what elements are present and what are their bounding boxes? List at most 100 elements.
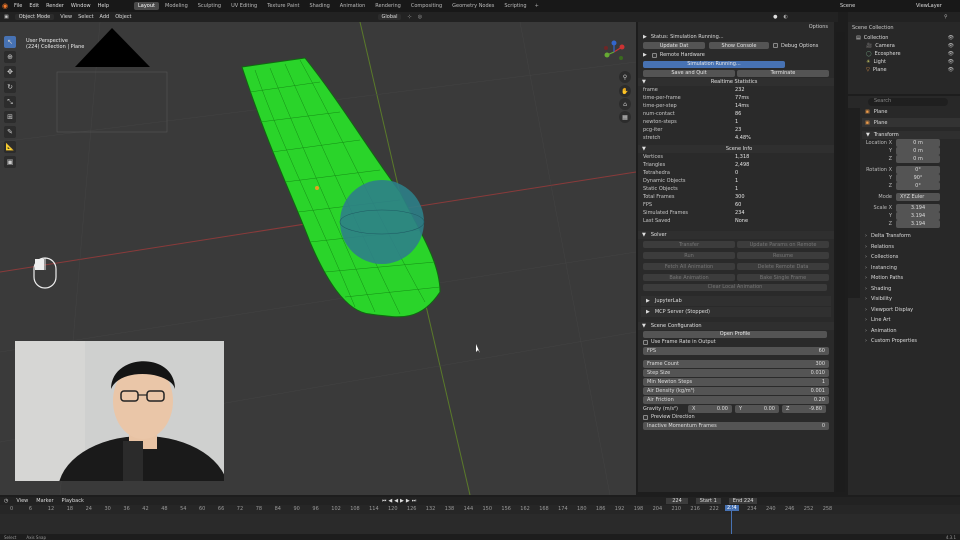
menu-render[interactable]: Render [46,3,64,9]
section-custom-properties[interactable]: › Custom Properties [862,336,960,347]
scale-tool-icon[interactable]: ⤡ [4,96,16,108]
scene-config-header[interactable]: ▼ Scene Configuration [638,322,834,330]
tab-animation[interactable]: Animation [336,2,370,10]
tab-sculpting[interactable]: Sculpting [194,2,225,10]
cloth-plane[interactable] [241,57,441,318]
transform-field[interactable]: 90° [896,174,940,182]
pan-hand-icon[interactable]: ✋ [619,85,631,97]
solver-button[interactable]: Bake Animation [643,274,735,281]
section-viewport-display[interactable]: › Viewport Display [862,305,960,316]
frame-ruler[interactable]: 0 6 12 18 24 30 36 42 48 54 60 66 72 78 84 90 96 102 108 11… [0,505,960,514]
collision-sphere[interactable] [340,180,424,264]
grid-view-icon[interactable]: ▦ [619,111,631,123]
gravity-x-field[interactable]: X 0.00 [688,405,732,413]
solver-button[interactable]: Transfer [643,241,735,248]
start-frame-field[interactable]: Start 1 [695,498,721,504]
navigation-gizmo[interactable] [602,40,626,64]
tab-shading[interactable]: Shading [305,2,333,10]
shading-material-icon[interactable]: ◐ [783,14,787,20]
visibility-eye-icon[interactable]: 👁 [948,67,954,73]
view-menu[interactable]: View [60,14,72,20]
terminate-button[interactable]: Terminate [737,69,829,77]
tab-layout[interactable]: Layout [134,2,159,10]
section-animation[interactable]: › Animation [862,326,960,337]
tab-modeling[interactable]: Modeling [161,2,192,10]
tab-rendering[interactable]: Rendering [371,2,405,10]
solver-button[interactable]: Delete Remote Data [737,263,829,270]
section-shading[interactable]: › Shading [862,284,960,295]
orientation-dropdown[interactable]: Global [377,14,402,20]
mcp-server-row[interactable]: ▶ MCP Server (Stopped) [641,307,831,317]
current-frame-field[interactable]: 224 [666,498,688,504]
visibility-eye-icon[interactable]: 👁 [948,59,954,65]
timeline-editor-icon[interactable]: ◷ [4,498,8,504]
camera-view-icon[interactable]: ⌂ [619,98,631,110]
visibility-eye-icon[interactable]: 👁 [948,35,954,41]
timeline-track[interactable] [0,505,960,534]
config-field[interactable]: FPS 60 [643,347,829,355]
show-console-button[interactable]: Show Console [709,42,769,49]
rotation-mode-dropdown[interactable]: XYZ Euler [896,193,940,201]
debug-options-toggle[interactable]: Debug Options [773,43,818,49]
section-relations[interactable]: › Relations [862,242,960,253]
annotate-tool-icon[interactable]: ✎ [4,126,16,138]
config-field[interactable]: Step Size 0.010 [643,369,829,377]
editor-type-icon[interactable]: ▣ [4,14,9,20]
solver-button[interactable]: Run [643,252,735,259]
menu-edit[interactable]: Edit [29,3,39,9]
transform-header[interactable]: ▼ Transform [862,131,960,139]
tab-geometry-nodes[interactable]: Geometry Nodes [448,2,498,10]
add-cube-tool-icon[interactable]: ▣ [4,156,16,168]
measure-tool-icon[interactable]: 📐 [4,141,16,153]
preview-direction-toggle[interactable]: Preview Direction [638,413,834,421]
visibility-eye-icon[interactable]: 👁 [948,43,954,49]
properties-tabs[interactable] [848,108,860,298]
sidebar-tabs[interactable] [836,32,845,492]
solver-button[interactable]: Update Params on Remote [737,241,829,248]
solver-button[interactable]: Bake Single Frame [737,274,829,281]
config-field[interactable]: Air Friction 0.20 [643,396,829,404]
outliner-item[interactable]: ◯ Ecosphere 👁 [848,50,960,58]
add-workspace-button[interactable]: + [535,3,539,9]
add-menu[interactable]: Add [100,14,110,20]
transform-field[interactable]: 3.194 [896,220,940,228]
options-dropdown[interactable]: Options [809,24,828,30]
use-frame-rate-toggle[interactable]: Use Frame Rate in Output [638,338,834,346]
config-field[interactable]: Min Newton Steps 1 [643,378,829,386]
realtime-stats-header[interactable]: ▼ Realtime Statistics [638,78,834,86]
solver-header[interactable]: ▼ Solver [638,231,834,239]
select-tool-icon[interactable]: ↖ [4,36,16,48]
transform-field[interactable]: 3.194 [896,212,940,220]
open-profile-button[interactable]: Open Profile [643,330,827,338]
section-visibility[interactable]: › Visibility [862,294,960,305]
solver-button[interactable]: Fetch All Animation [643,263,735,270]
end-frame-field[interactable]: End 224 [728,498,758,504]
playhead[interactable] [731,505,732,534]
object-name-field[interactable]: ▣ Plane [862,107,960,116]
scene-info-header[interactable]: ▼ Scene Info [638,145,834,153]
outliner-item[interactable]: 🎥 Camera 👁 [848,42,960,50]
jupyterlab-row[interactable]: ▶ JupyterLab [641,296,831,306]
tab-compositing[interactable]: Compositing [407,2,446,10]
clear-local-animation-button[interactable]: Clear Local Animation [643,283,827,291]
transform-field[interactable]: 3.194 [896,204,940,212]
cursor-tool-icon[interactable]: ⊕ [4,51,16,63]
tab-uv-editing[interactable]: UV Editing [227,2,261,10]
object-name-input[interactable]: ▣ Plane [862,118,960,127]
solver-button[interactable]: Resume [737,252,829,259]
section-line-art[interactable]: › Line Art [862,315,960,326]
snap-icon[interactable]: ⊹ [407,14,411,20]
menu-help[interactable]: Help [98,3,109,9]
transform-tool-icon[interactable]: ⊞ [4,111,16,123]
outliner-item[interactable]: ☀ Light 👁 [848,58,960,66]
object-menu[interactable]: Object [115,14,131,20]
rotate-tool-icon[interactable]: ↻ [4,81,16,93]
section-delta-transform[interactable]: › Delta Transform [862,231,960,242]
transform-field[interactable]: 0 m [896,155,940,163]
shading-solid-icon[interactable]: ● [773,14,777,20]
proportional-icon[interactable]: ◎ [418,14,422,20]
menu-file[interactable]: File [14,3,22,9]
config-field[interactable]: Frame Count 300 [643,360,829,368]
tab-scripting[interactable]: Scripting [500,2,530,10]
section-motion-paths[interactable]: › Motion Paths [862,273,960,284]
